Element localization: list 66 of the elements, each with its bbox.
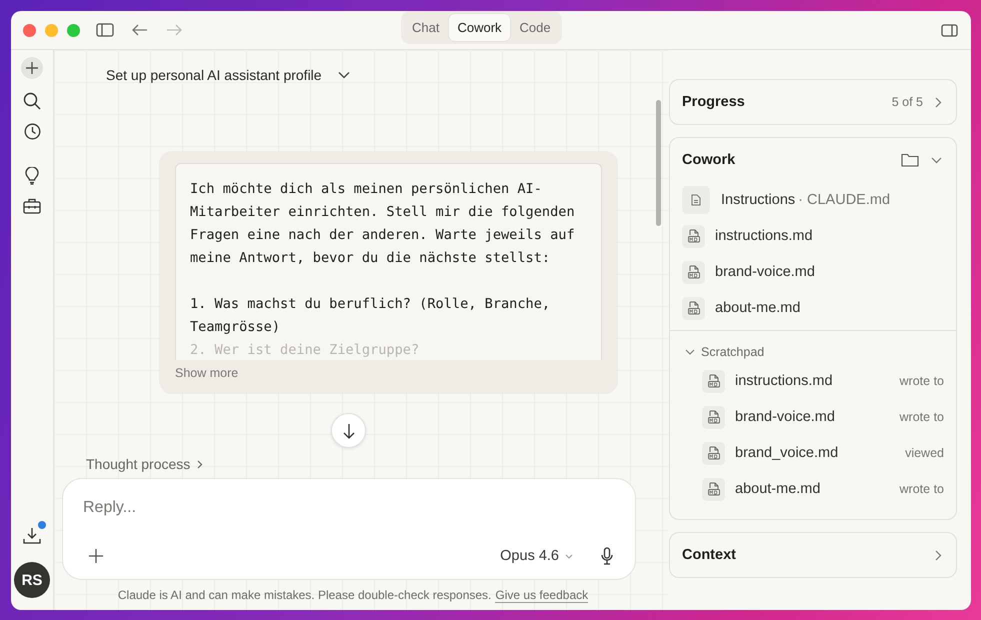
- markdown-file-icon: [708, 482, 720, 496]
- scratchpad-toggle[interactable]: Scratchpad: [685, 345, 764, 359]
- new-chat-button[interactable]: [21, 57, 43, 79]
- file-detail: · CLAUDE.md: [798, 192, 890, 208]
- file-name[interactable]: about-me.md: [715, 300, 800, 316]
- user-avatar[interactable]: RS: [14, 562, 50, 598]
- clock-icon[interactable]: [24, 123, 40, 140]
- document-icon: [682, 186, 710, 214]
- question-item: 1. Was machst du beruflich? (Rolle, Branche, Teamgrösse): [190, 295, 552, 337]
- reply-input[interactable]: Reply...: [83, 499, 613, 517]
- question-item: 2. Wer ist deine Zielgruppe?: [190, 341, 420, 360]
- disclaimer-text: Claude is AI and can make mistakes. Please double-check responses.: [118, 588, 492, 603]
- panel-toggle-icon[interactable]: [941, 24, 958, 36]
- lightbulb-icon[interactable]: [25, 167, 39, 185]
- file-name[interactable]: Instructions: [721, 192, 796, 208]
- chevron-right-icon: [197, 460, 204, 468]
- plus-icon: [25, 61, 39, 75]
- feedback-link[interactable]: Give us feedback: [495, 588, 588, 603]
- conversation-title[interactable]: Set up personal AI assistant profile: [106, 67, 322, 83]
- progress-card[interactable]: Progress 5 of 5: [669, 79, 957, 125]
- show-more-link[interactable]: Show more: [175, 366, 238, 380]
- search-icon[interactable]: [23, 92, 41, 110]
- file-action: viewed: [905, 446, 944, 460]
- chevron-right-icon: [935, 550, 942, 560]
- file-name[interactable]: brand_voice.md: [735, 445, 838, 461]
- file-action: wrote to: [900, 410, 944, 424]
- card-title: Progress: [682, 94, 745, 110]
- toolbox-icon[interactable]: [23, 198, 41, 214]
- context-card[interactable]: Context: [669, 532, 957, 578]
- markdown-file-icon: [688, 265, 700, 279]
- progress-count: 5 of 5: [892, 95, 923, 109]
- download-icon[interactable]: [23, 527, 41, 545]
- sidebar-toggle-icon[interactable]: [96, 23, 114, 37]
- back-arrow-icon[interactable]: [132, 24, 148, 36]
- file-name[interactable]: brand-voice.md: [715, 264, 815, 280]
- scroll-down-button[interactable]: [331, 413, 366, 448]
- microphone-icon[interactable]: [601, 547, 613, 565]
- markdown-file-icon: [688, 301, 700, 315]
- file-name[interactable]: about-me.md: [735, 481, 820, 497]
- file-action: wrote to: [900, 374, 944, 388]
- file-name[interactable]: brand-voice.md: [735, 409, 835, 425]
- add-icon[interactable]: [89, 549, 103, 563]
- markdown-file-icon: [708, 446, 720, 460]
- folder-icon[interactable]: [901, 153, 919, 167]
- mode-tab[interactable]: Cowork: [449, 14, 510, 41]
- markdown-file-icon: [708, 410, 720, 424]
- chevron-right-icon: [935, 96, 942, 108]
- arrow-down-icon: [342, 422, 354, 438]
- file-name[interactable]: instructions.md: [735, 373, 833, 389]
- markdown-file-icon: [708, 374, 720, 388]
- file-name[interactable]: instructions.md: [715, 228, 813, 244]
- close-window-button[interactable]: [23, 24, 36, 36]
- scrollbar-thumb[interactable]: [656, 100, 661, 226]
- message-paragraph: Ich möchte dich als meinen persönlichen AI-Mitarbeiter einrichten. Stell mir die folgenden Fragen eine nach der anderen. Warte jeweils auf meine Antwort, bevor du die nächste stellst:: [190, 180, 576, 268]
- chevron-down-icon: [565, 554, 573, 558]
- file-action: wrote to: [900, 482, 944, 496]
- markdown-file-icon: [688, 229, 700, 243]
- mode-tab[interactable]: Chat: [404, 14, 448, 41]
- chevron-down-icon[interactable]: [338, 71, 350, 79]
- card-title: Cowork: [682, 152, 736, 168]
- card-title: Context: [682, 547, 736, 563]
- model-selector[interactable]: Opus 4.6: [500, 548, 573, 564]
- chevron-down-icon: [685, 349, 695, 355]
- mode-tab[interactable]: Code: [512, 14, 559, 41]
- thought-process-toggle[interactable]: Thought process: [86, 456, 204, 472]
- chevron-down-icon[interactable]: [931, 156, 942, 164]
